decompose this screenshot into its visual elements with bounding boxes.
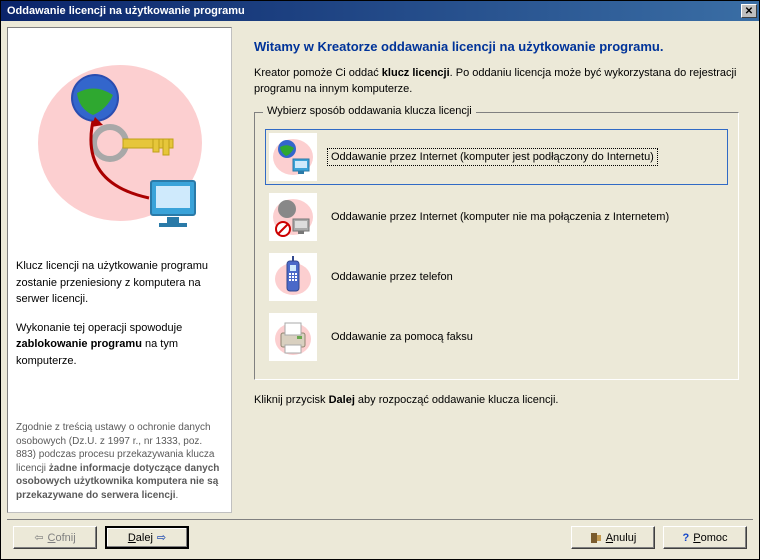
hint-text: Kliknij przycisk Dalej aby rozpocząć odd… <box>254 394 739 406</box>
window-body: Klucz licencji na użytkowanie programu z… <box>1 21 759 559</box>
left-text-1: Klucz licencji na użytkowanie programu z… <box>16 258 223 308</box>
back-button[interactable]: ⇦ Cofnij <box>13 526 97 549</box>
internet-offline-icon <box>269 193 317 241</box>
left-illustration <box>16 38 223 238</box>
cancel-button[interactable]: Anuluj <box>571 526 655 549</box>
close-icon: ✕ <box>745 6 753 17</box>
help-button[interactable]: ? Pomoc <box>663 526 747 549</box>
arrow-right-icon: ⇨ <box>157 531 166 544</box>
button-bar: ⇦ Cofnij Dalej ⇨ Anuluj ? Pomoc <box>7 519 753 553</box>
globe-keys-monitor-icon <box>25 43 215 233</box>
fax-icon <box>269 313 317 361</box>
option-label: Oddawanie przez Internet (komputer jest … <box>329 150 656 164</box>
option-label: Oddawanie za pomocą faksu <box>329 330 475 344</box>
left-description: Klucz licencji na użytkowanie programu z… <box>16 258 223 381</box>
option-phone[interactable]: Oddawanie przez telefon <box>265 249 728 305</box>
option-label: Oddawanie przez Internet (komputer nie m… <box>329 210 671 224</box>
wizard-title: Witamy w Kreatorze oddawania licencji na… <box>254 39 739 54</box>
left-text-2: Wykonanie tej operacji spowoduje zabloko… <box>16 320 223 370</box>
content-area: Klucz licencji na użytkowanie programu z… <box>7 27 753 513</box>
right-panel: Witamy w Kreatorze oddawania licencji na… <box>240 27 753 513</box>
phone-icon <box>269 253 317 301</box>
titlebar: Oddawanie licencji na użytkowanie progra… <box>1 1 759 21</box>
next-button[interactable]: Dalej ⇨ <box>105 526 189 549</box>
close-button[interactable]: ✕ <box>741 4 757 18</box>
option-internet-online[interactable]: Oddawanie przez Internet (komputer jest … <box>265 129 728 185</box>
window-title: Oddawanie licencji na użytkowanie progra… <box>7 5 245 17</box>
exit-door-icon <box>590 532 602 544</box>
option-label: Oddawanie przez telefon <box>329 270 455 284</box>
method-groupbox: Wybierz sposób oddawania klucza licencji <box>254 112 739 380</box>
help-icon: ? <box>683 532 690 544</box>
arrow-left-icon: ⇦ <box>34 531 43 544</box>
privacy-note: Zgodnie z treścią ustawy o ochronie dany… <box>16 421 223 502</box>
groupbox-title: Wybierz sposób oddawania klucza licencji <box>263 105 476 117</box>
option-internet-offline[interactable]: Oddawanie przez Internet (komputer nie m… <box>265 189 728 245</box>
option-fax[interactable]: Oddawanie za pomocą faksu <box>265 309 728 365</box>
internet-online-icon <box>269 133 317 181</box>
left-panel: Klucz licencji na użytkowanie programu z… <box>7 27 232 513</box>
wizard-window: Oddawanie licencji na użytkowanie progra… <box>0 0 760 560</box>
intro-text: Kreator pomoże Ci oddać klucz licencji. … <box>254 66 739 98</box>
